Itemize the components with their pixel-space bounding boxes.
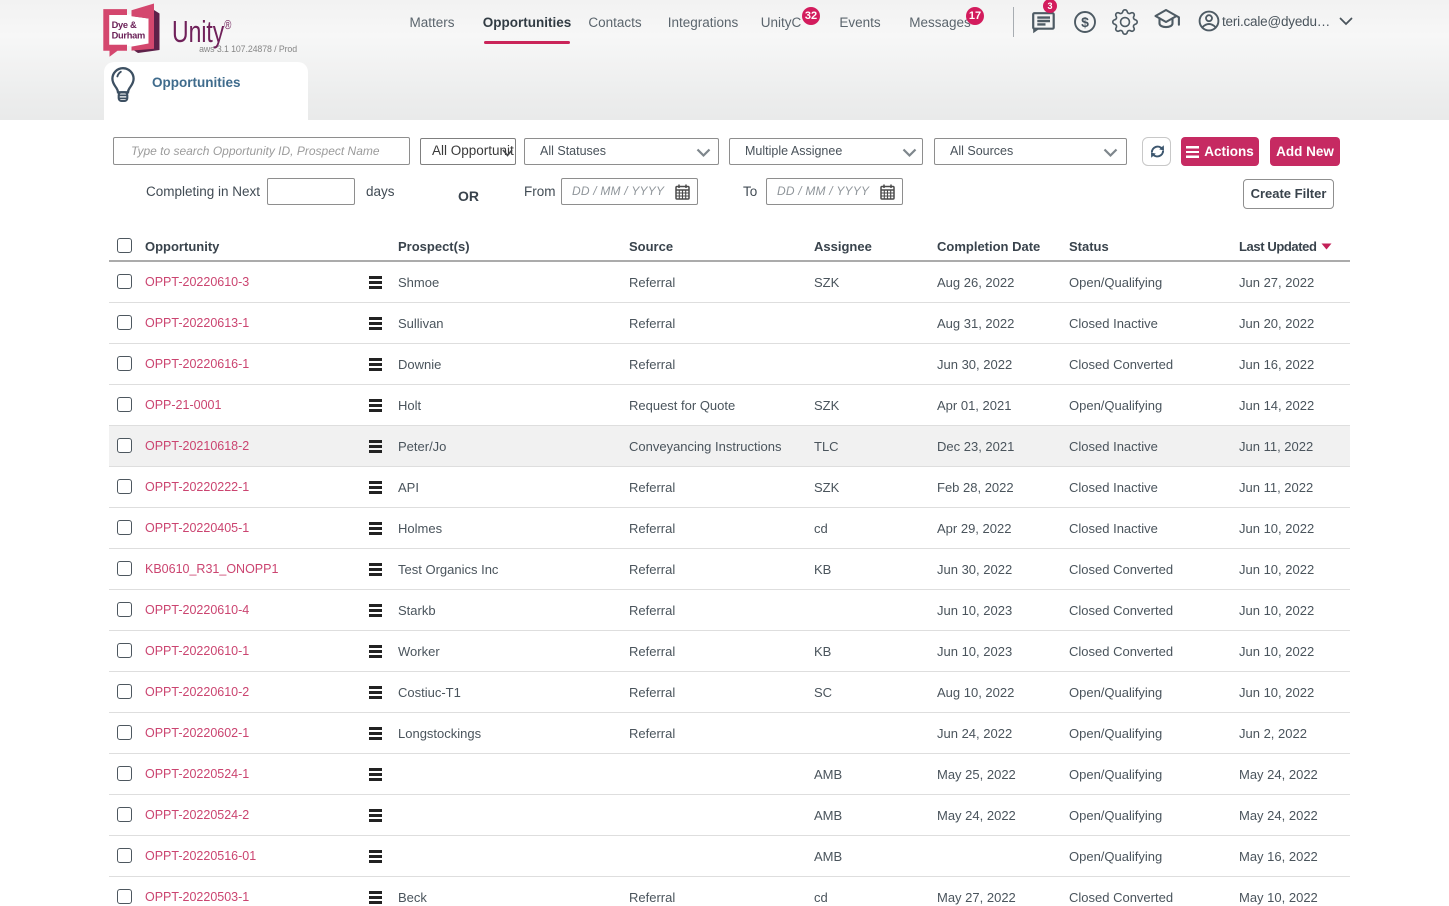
svg-text:$: $	[1081, 14, 1089, 30]
svg-text:Durham: Durham	[112, 31, 145, 41]
svg-text:Dye &: Dye &	[112, 20, 137, 30]
